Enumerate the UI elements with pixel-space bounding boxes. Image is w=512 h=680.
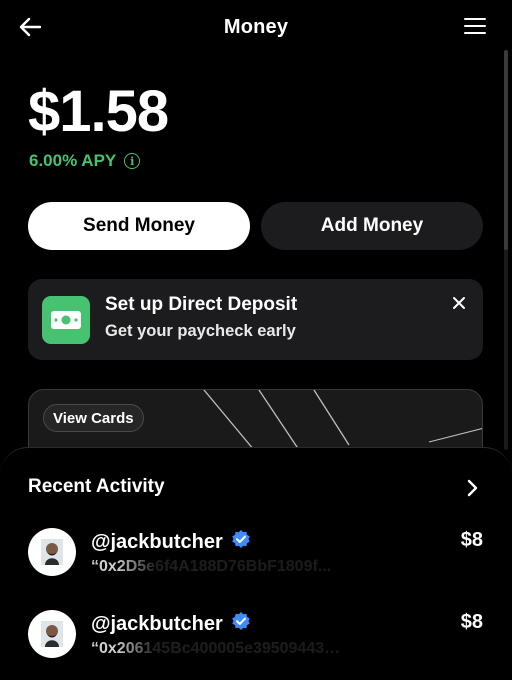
info-icon[interactable]: i xyxy=(124,153,141,169)
apy-label: 6.00% APY xyxy=(29,151,117,170)
verified-badge-icon xyxy=(231,529,251,555)
page-title: Money xyxy=(223,15,289,38)
arrow-left-icon[interactable] xyxy=(16,13,44,41)
avatar xyxy=(28,610,76,658)
close-icon[interactable] xyxy=(449,293,469,313)
activity-row[interactable]: @jackbutcher $8 “0x2D5e6f4A188D76BbF1809… xyxy=(0,528,512,598)
activity-row[interactable]: @jackbutcher $8 “0x206145Bc400005e395094… xyxy=(0,610,512,680)
add-money-button[interactable]: Add Money xyxy=(261,202,483,250)
recent-activity-title: Recent Activity xyxy=(28,476,165,497)
avatar xyxy=(28,528,76,576)
cash-icon xyxy=(42,296,90,344)
direct-deposit-title: Set up Direct Deposit xyxy=(105,294,298,315)
scrollbar-thumb[interactable] xyxy=(504,50,508,250)
activity-note: “0x2D5e6f4A188D76BbF1809f... xyxy=(91,558,332,575)
top-bar: Money xyxy=(0,0,512,54)
activity-amount: $8 xyxy=(460,529,483,551)
hamburger-menu-icon[interactable] xyxy=(464,15,486,37)
view-cards-button[interactable]: View Cards xyxy=(43,404,144,432)
verified-badge-icon xyxy=(231,611,251,637)
recent-activity-sheet: Recent Activity @jackbutcher $8 “0x2D5e6… xyxy=(0,447,512,680)
direct-deposit-banner[interactable]: Set up Direct Deposit Get your paycheck … xyxy=(28,279,483,360)
activity-name: @jackbutcher xyxy=(91,529,251,555)
balance-amount: $1.58 xyxy=(28,79,169,144)
activity-note: “0x206145Bc400005e39509443… xyxy=(91,640,341,657)
scrollbar[interactable] xyxy=(504,50,508,450)
direct-deposit-subtitle: Get your paycheck early xyxy=(105,322,296,340)
send-money-button[interactable]: Send Money xyxy=(28,202,250,250)
activity-handle: @jackbutcher xyxy=(91,530,223,553)
activity-name: @jackbutcher xyxy=(91,611,251,637)
activity-handle: @jackbutcher xyxy=(91,612,223,635)
apy-row: 6.00% APY i xyxy=(29,151,141,171)
chevron-right-icon[interactable] xyxy=(462,478,482,498)
activity-amount: $8 xyxy=(460,611,483,633)
